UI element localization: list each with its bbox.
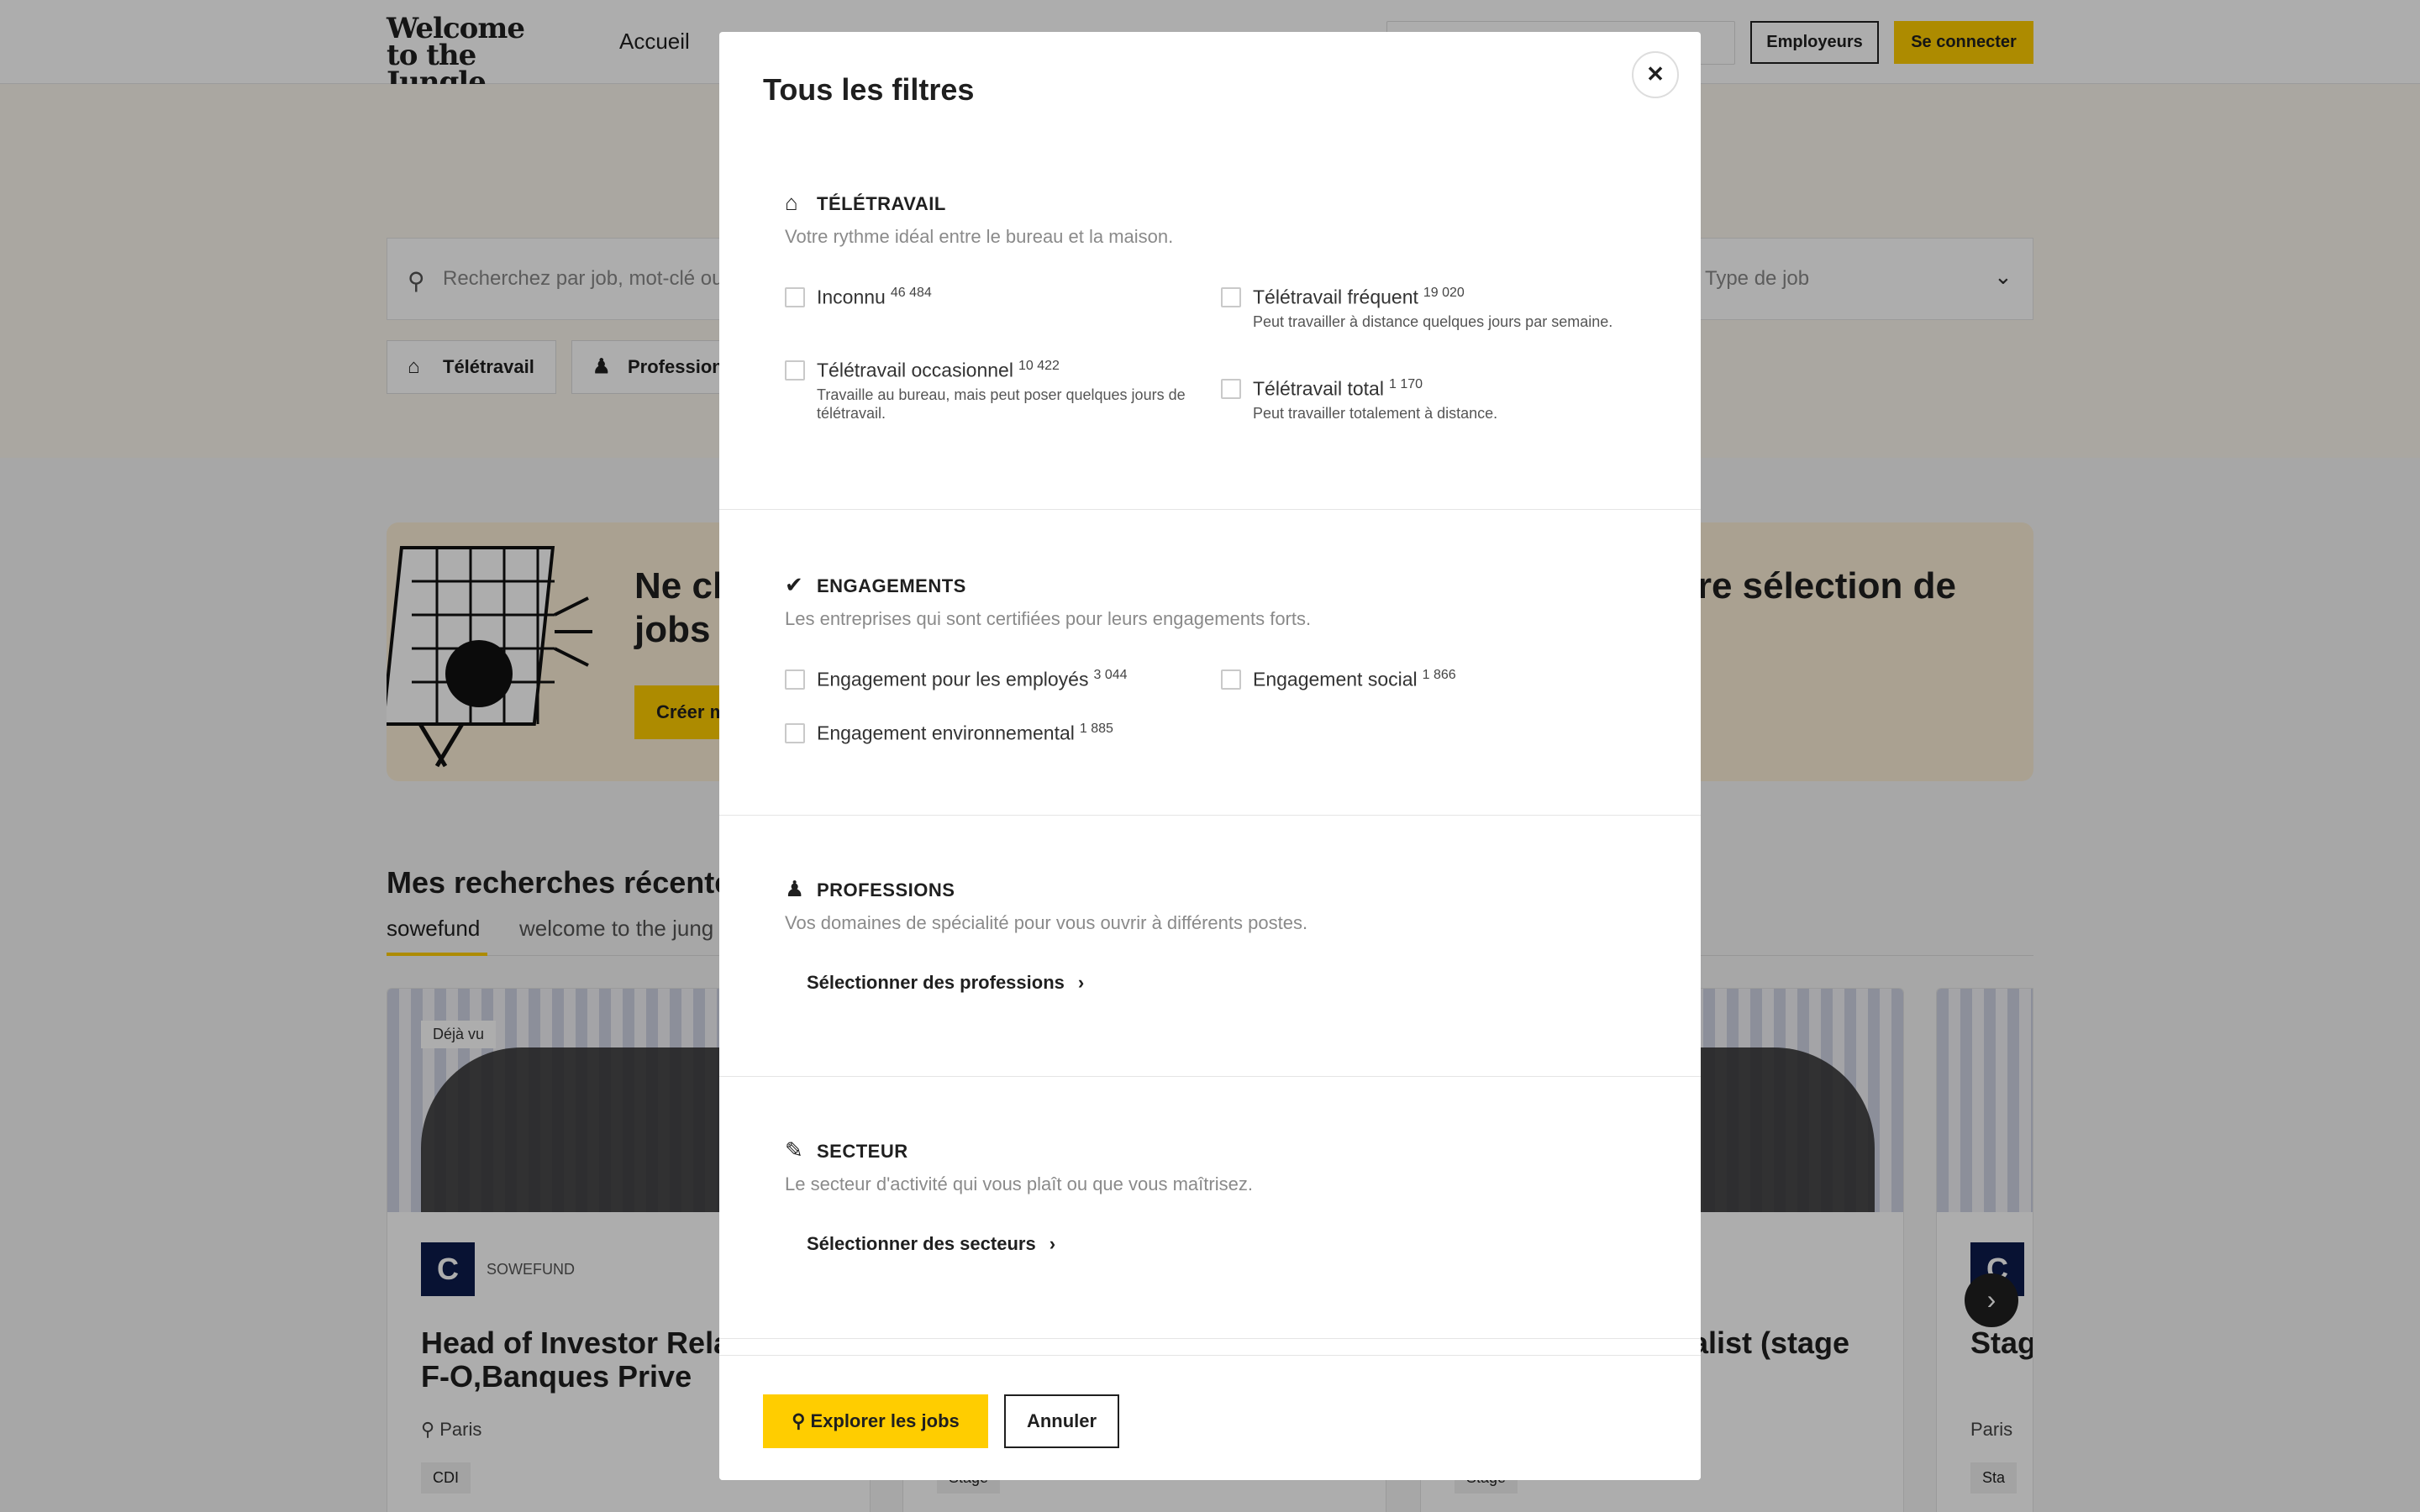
option-count: 1 885 — [1079, 722, 1113, 736]
home-office-icon: ⌂ — [785, 190, 798, 215]
option-description: Peut travailler à distance quelques jour… — [1253, 313, 1613, 330]
section-subtitle: Vos domaines de spécialité pour vous ouv… — [785, 912, 1308, 933]
checkbox[interactable] — [1221, 287, 1241, 307]
all-filters-modal: Tous les filtres ✕ ⌂ TÉLÉTRAVAIL Votre r… — [719, 32, 1701, 1480]
option-label-text: Inconnu — [817, 286, 886, 308]
section-subtitle: Votre rythme idéal entre le bureau et la… — [785, 226, 1174, 247]
check-badge-icon: ✔ — [785, 572, 803, 597]
explore-jobs-button[interactable]: ⚲ Explorer les jobs — [763, 1394, 988, 1448]
search-icon: ⚲ — [792, 1410, 811, 1431]
checkbox[interactable] — [785, 669, 805, 690]
option-label: Télétravail total 1 170 — [1253, 377, 1423, 401]
section-divider — [719, 1076, 1701, 1077]
tag-icon: ✎ — [785, 1137, 803, 1163]
select-professions-label: Sélectionner des professions — [807, 972, 1065, 993]
option-description: Peut travailler totalement à distance. — [1253, 405, 1498, 422]
option-label-text: Engagement social — [1253, 668, 1418, 690]
option-label-text: Télétravail fréquent — [1253, 286, 1418, 308]
option-label-text: Télétravail total — [1253, 377, 1384, 400]
option-count: 19 020 — [1423, 286, 1465, 300]
select-secteurs-link[interactable]: Sélectionner des secteurs › — [807, 1233, 1055, 1255]
option-count: 3 044 — [1093, 668, 1128, 682]
option-label: Inconnu 46 484 — [817, 286, 932, 309]
section-divider — [719, 815, 1701, 816]
chevron-right-icon: › — [1077, 972, 1085, 993]
option-count: 1 866 — [1422, 668, 1456, 682]
checkbox[interactable] — [785, 723, 805, 743]
option-label: Engagement environnemental 1 885 — [817, 722, 1113, 745]
modal-footer: ⚲ Explorer les jobs Annuler — [719, 1355, 1701, 1480]
checkbox[interactable] — [785, 360, 805, 381]
modal-title: Tous les filtres — [763, 72, 975, 107]
option-label-text: Télétravail occasionnel — [817, 359, 1013, 381]
select-professions-link[interactable]: Sélectionner des professions › — [807, 972, 1084, 994]
option-label: Engagement pour les employés 3 044 — [817, 668, 1128, 691]
option-label: Télétravail occasionnel 10 422 — [817, 359, 1060, 382]
option-count: 1 170 — [1388, 377, 1423, 391]
section-title: TÉLÉTRAVAIL — [817, 193, 946, 214]
people-icon: ♟ — [785, 876, 805, 901]
option-count: 46 484 — [890, 286, 932, 300]
section-divider — [719, 1338, 1701, 1339]
section-subtitle: Le secteur d'activité qui vous plaît ou … — [785, 1173, 1253, 1194]
option-label-text: Engagement pour les employés — [817, 668, 1089, 690]
option-label-text: Engagement environnemental — [817, 722, 1075, 744]
section-subtitle: Les entreprises qui sont certifiées pour… — [785, 608, 1312, 629]
section-title: PROFESSIONS — [817, 879, 955, 900]
section-divider — [719, 509, 1701, 510]
chevron-right-icon: › — [1049, 1233, 1056, 1254]
checkbox[interactable] — [785, 287, 805, 307]
page: Welcome to the Jungle Accueil Rechercher… — [0, 0, 2420, 1512]
option-label: Engagement social 1 866 — [1253, 668, 1456, 691]
select-secteurs-label: Sélectionner des secteurs — [807, 1233, 1036, 1254]
close-button[interactable]: ✕ — [1632, 51, 1679, 98]
close-icon: ✕ — [1646, 61, 1665, 87]
checkbox[interactable] — [1221, 669, 1241, 690]
cancel-button[interactable]: Annuler — [1004, 1394, 1119, 1448]
option-label: Télétravail fréquent 19 020 — [1253, 286, 1465, 309]
option-description: Travaille au bureau, mais peut poser que… — [817, 386, 1186, 422]
section-title: ENGAGEMENTS — [817, 575, 966, 596]
checkbox[interactable] — [1221, 379, 1241, 399]
section-title: SECTEUR — [817, 1141, 908, 1162]
explore-jobs-label: Explorer les jobs — [810, 1410, 960, 1431]
option-count: 10 422 — [1018, 359, 1060, 373]
